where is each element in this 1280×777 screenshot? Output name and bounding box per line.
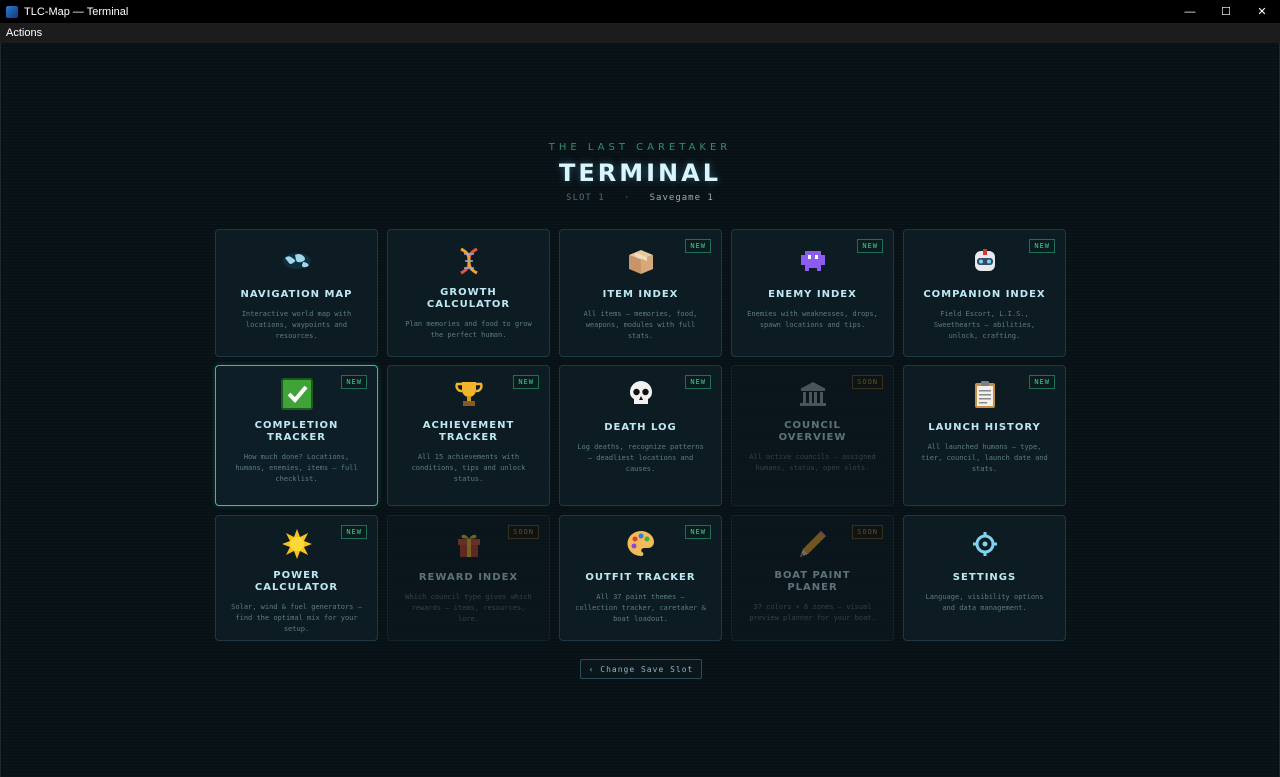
status-badge: NEW — [341, 525, 367, 539]
menu-bar: Actions — [0, 23, 1280, 43]
status-badge: NEW — [685, 239, 711, 253]
status-badge: NEW — [685, 375, 711, 389]
card-description: Language, visibility options and data ma… — [925, 593, 1044, 612]
slot-label: SLOT 1 — [566, 193, 605, 203]
card-description: Plan memories and food to grow the perfe… — [405, 320, 532, 339]
tool-card-reward-index[interactable]: SOON REWARD INDEX Which council type gives… — [387, 515, 550, 641]
tool-card-launch-history[interactable]: NEW LAUNCH HISTORY All launched humans — t… — [903, 365, 1066, 506]
sun-icon — [281, 528, 313, 560]
palette-icon — [625, 528, 657, 560]
status-badge: SOON — [508, 525, 539, 539]
robot-icon — [969, 245, 1001, 277]
tool-card-achievement-tracker[interactable]: NEW ACHIEVEMENT TRACKER All 15 achievement… — [387, 365, 550, 506]
card-description: All 37 paint themes — collection tracker… — [575, 593, 706, 623]
card-description: All launched humans — type, tier, counci… — [921, 443, 1048, 473]
check-mark-icon — [280, 378, 313, 410]
card-description: 37 colors × 6 zones — visual preview pla… — [749, 603, 876, 622]
world-map-icon — [281, 245, 313, 277]
save-name: Savegame 1 — [649, 193, 714, 203]
tool-card-death-log[interactable]: NEW DEATH LOG Log deaths, recognize patter… — [559, 365, 722, 506]
gift-icon — [453, 528, 485, 560]
status-badge: NEW — [857, 239, 883, 253]
tool-card-navigation-map[interactable]: NAVIGATION MAP Interactive world map with… — [215, 229, 378, 357]
card-description: Solar, wind & fuel generators — find the… — [231, 603, 362, 633]
skull-icon — [625, 378, 657, 410]
card-description: How much done? Locations, humans, enemie… — [235, 453, 358, 483]
tool-card-settings[interactable]: SETTINGS Language, visibility options and… — [903, 515, 1066, 641]
alien-monster-icon — [797, 245, 829, 277]
tool-card-completion-tracker[interactable]: NEW COMPLETION TRACKER How much done? Loca… — [215, 365, 378, 506]
tool-card-power-calculator[interactable]: NEW POWER CALCULATOR Solar, wind & fuel ge… — [215, 515, 378, 641]
gear-icon — [969, 528, 1001, 560]
window-title-bar: TLC-Map — Terminal — ☐ ✕ — [0, 0, 1280, 23]
card-description: All items — memories, food, weapons, mod… — [583, 310, 698, 340]
app-icon — [6, 5, 18, 18]
card-title: REWARD INDEX — [418, 572, 519, 583]
card-title: DEATH LOG — [604, 422, 677, 433]
status-badge: NEW — [513, 375, 539, 389]
status-badge: SOON — [852, 375, 883, 389]
tool-card-boat-paint-planer[interactable]: SOON BOAT PAINT PLANER 37 colors × 6 zones… — [731, 515, 894, 641]
slot-separator: · — [623, 193, 631, 203]
slot-info: SLOT 1 · Savegame 1 — [1, 193, 1279, 203]
classical-building-icon — [797, 378, 829, 410]
box-icon — [625, 245, 657, 277]
status-badge: NEW — [685, 525, 711, 539]
card-title: GROWTH CALCULATOR — [426, 287, 511, 310]
tool-card-companion-index[interactable]: NEW COMPANION INDEX Field Escort, L.I.S., … — [903, 229, 1066, 357]
card-title: OUTFIT TRACKER — [585, 572, 696, 583]
card-title: SETTINGS — [952, 572, 1017, 583]
dna-icon — [453, 245, 485, 277]
card-description: Field Escort, L.I.S., Sweethearts — abil… — [933, 310, 1036, 340]
tool-card-growth-calculator[interactable]: GROWTH CALCULATOR Plan memories and food … — [387, 229, 550, 357]
tool-card-council-overview[interactable]: SOON COUNCIL OVERVIEW All active councils … — [731, 365, 894, 506]
minimize-button[interactable]: — — [1172, 0, 1208, 23]
card-title: COMPLETION TRACKER — [254, 420, 339, 443]
card-description: All active councils — assigned humans, s… — [749, 453, 876, 472]
card-description: Enemies with weaknesses, drops, spawn lo… — [747, 310, 878, 329]
clipboard-icon — [969, 378, 1001, 410]
tool-card-enemy-index[interactable]: NEW ENEMY INDEX Enemies with weaknesses, d… — [731, 229, 894, 357]
card-description: All 15 achievements with conditions, tip… — [411, 453, 526, 483]
page-subtitle: THE LAST CARETAKER — [548, 142, 732, 153]
maximize-button[interactable]: ☐ — [1208, 0, 1244, 23]
page-title: TERMINAL — [558, 159, 721, 187]
card-title: ENEMY INDEX — [768, 289, 857, 300]
status-badge: NEW — [1029, 375, 1055, 389]
change-save-slot-button[interactable]: ‹ Change Save Slot — [580, 659, 702, 679]
menu-actions[interactable]: Actions — [0, 27, 42, 39]
card-title: BOAT PAINT PLANER — [774, 570, 851, 593]
card-title: LAUNCH HISTORY — [928, 422, 1041, 433]
status-badge: NEW — [1029, 239, 1055, 253]
card-title: COUNCIL OVERVIEW — [778, 420, 847, 443]
close-button[interactable]: ✕ — [1244, 0, 1280, 23]
status-badge: NEW — [341, 375, 367, 389]
trophy-icon — [453, 378, 485, 410]
card-title: ITEM INDEX — [602, 289, 679, 300]
status-badge: SOON — [852, 525, 883, 539]
tool-card-outfit-tracker[interactable]: NEW OUTFIT TRACKER All 37 paint themes — c… — [559, 515, 722, 641]
window-title: TLC-Map — Terminal — [24, 5, 129, 18]
pencil-icon — [797, 528, 829, 560]
card-description: Interactive world map with locations, wa… — [241, 310, 352, 340]
card-title: NAVIGATION MAP — [240, 289, 353, 300]
card-title: COMPANION INDEX — [923, 289, 1046, 300]
window-controls: — ☐ ✕ — [1172, 0, 1280, 23]
card-description: Which council type gives which rewards —… — [405, 593, 532, 623]
main-content: THE LAST CARETAKER TERMINAL SLOT 1 · Sav… — [0, 43, 1280, 777]
card-title: ACHIEVEMENT TRACKER — [422, 420, 515, 443]
tool-card-item-index[interactable]: NEW ITEM INDEX All items — memories, food,… — [559, 229, 722, 357]
header: THE LAST CARETAKER TERMINAL SLOT 1 · Sav… — [1, 142, 1279, 203]
card-description: Log deaths, recognize patterns — deadlie… — [577, 443, 704, 473]
card-title: POWER CALCULATOR — [254, 570, 339, 593]
